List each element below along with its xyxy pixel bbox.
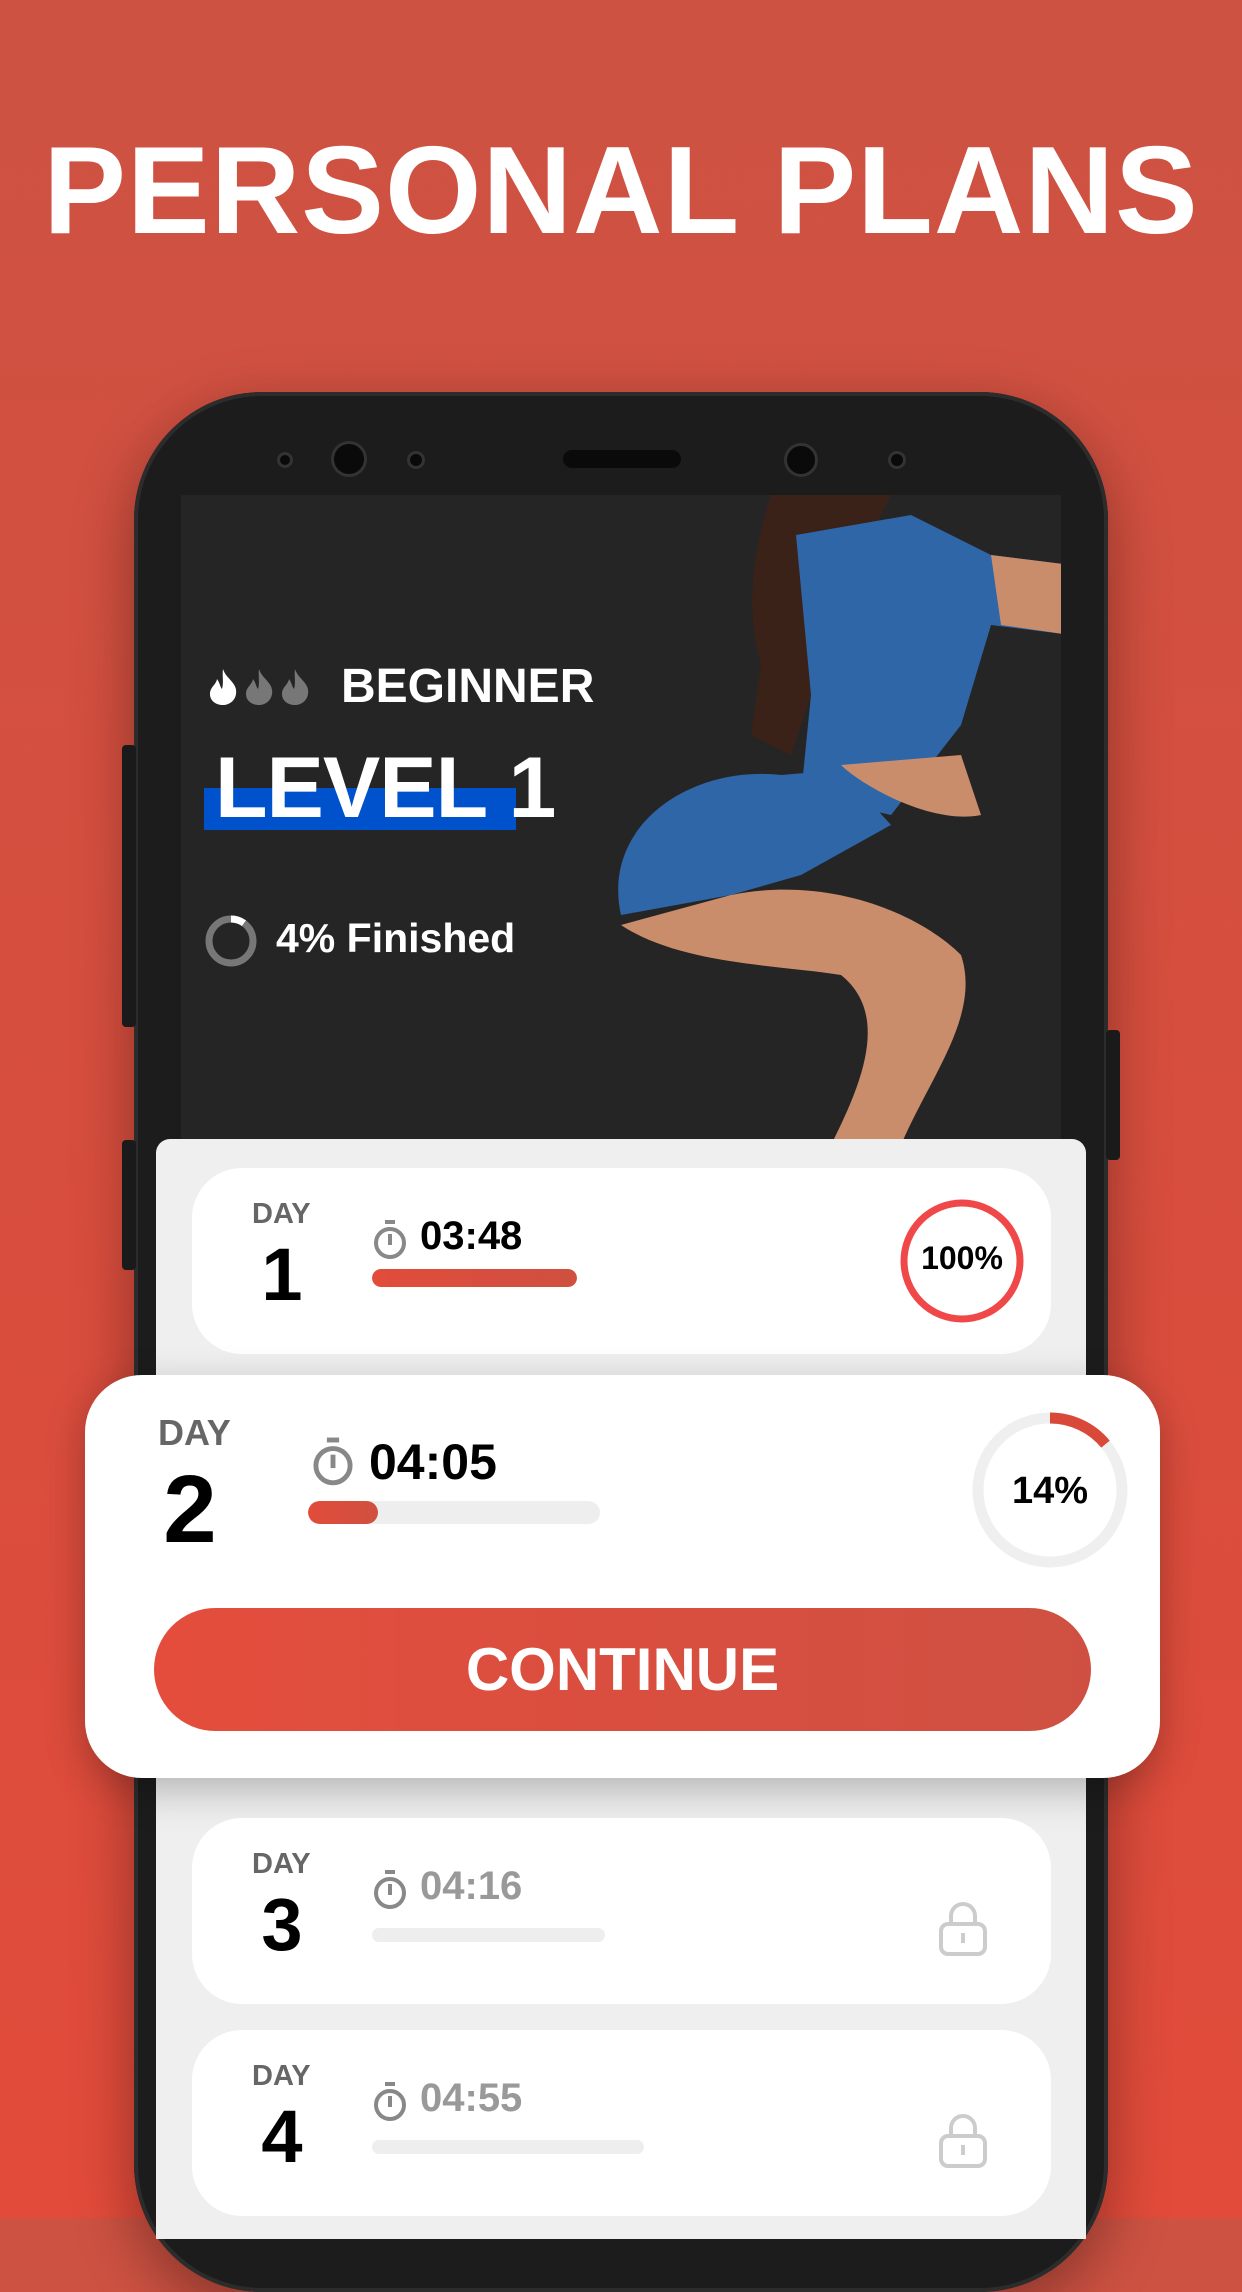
workout-photo <box>618 495 1061 1145</box>
day-progress-bar <box>372 2140 644 2154</box>
day-progress-bar <box>372 1269 577 1287</box>
stopwatch-icon <box>374 1870 406 1909</box>
plan-progress-text: 4% Finished <box>276 915 516 961</box>
day-label: DAY <box>252 1848 311 1880</box>
lock-icon <box>939 1902 987 1956</box>
flame-icon-inactive <box>246 669 273 705</box>
continue-button[interactable]: CONTINUE <box>154 1608 1091 1731</box>
sensor-icon <box>407 451 425 469</box>
day-progress-bar <box>372 1928 605 1942</box>
duration: 04:16 <box>420 1864 523 1908</box>
difficulty-flames <box>208 669 310 705</box>
day-progress-bar <box>308 1501 600 1524</box>
day-label: DAY <box>252 1198 311 1230</box>
level-title: LEVEL 1 <box>215 740 556 836</box>
headline: PERSONAL PLANS <box>43 122 1199 260</box>
duration: 03:48 <box>420 1214 523 1258</box>
iris-camera-icon <box>784 443 818 477</box>
plan-header: BEGINNER LEVEL 1 4% Finished <box>181 495 1061 1195</box>
difficulty-label: BEGINNER <box>341 660 595 713</box>
phone-volume-button <box>122 745 136 1027</box>
duration: 04:55 <box>420 2076 523 2120</box>
day-label: DAY <box>252 2060 311 2092</box>
day-number: 3 <box>261 1883 303 1966</box>
flame-icon-active <box>210 669 237 705</box>
sensor-icon <box>888 451 906 469</box>
day-label: DAY <box>158 1412 231 1453</box>
day-card[interactable]: DAY 1 03:48 100% <box>192 1168 1051 1354</box>
front-camera-icon <box>331 441 367 477</box>
day-number: 4 <box>261 2095 303 2178</box>
day-percent: 100% <box>921 1240 1003 1276</box>
day-card-locked[interactable]: DAY 4 04:55 <box>192 2030 1051 2216</box>
plan-progress-ring <box>205 915 257 967</box>
day-number: 2 <box>163 1456 217 1563</box>
speaker-grille <box>563 450 681 468</box>
day-percent: 14% <box>1011 1470 1089 1512</box>
stopwatch-icon <box>313 1437 353 1486</box>
day-progress-fill <box>308 1501 379 1524</box>
stopwatch-icon <box>374 2082 406 2121</box>
lock-icon <box>939 2114 987 2168</box>
day-card-locked[interactable]: DAY 3 04:16 <box>192 1818 1051 2004</box>
day-progress-fill <box>372 1269 577 1287</box>
duration: 04:05 <box>369 1434 497 1490</box>
day-number: 1 <box>261 1233 303 1316</box>
phone-side-button <box>122 1140 136 1270</box>
stopwatch-icon <box>374 1220 406 1259</box>
phone-power-button <box>1106 1030 1120 1160</box>
flame-icon-inactive <box>282 669 309 705</box>
sensor-icon <box>277 452 293 468</box>
